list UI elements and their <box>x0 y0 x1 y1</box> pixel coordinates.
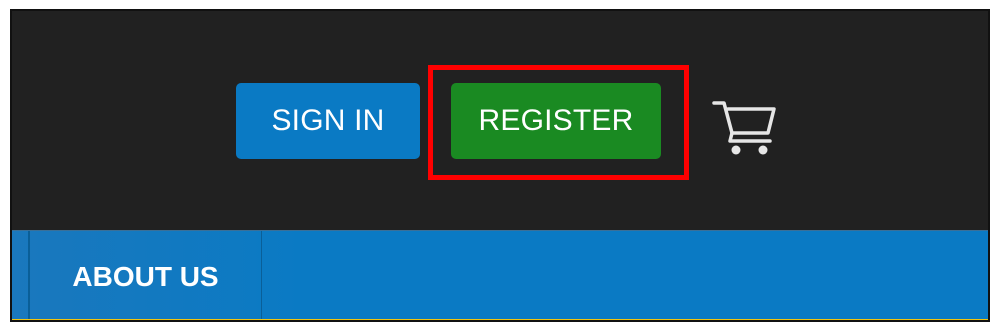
shopping-cart-icon[interactable] <box>712 97 776 159</box>
nav-accent-strip <box>12 319 988 320</box>
page-frame: SIGN IN REGISTER ABOUT US <box>10 9 990 322</box>
header-bar: SIGN IN REGISTER <box>12 11 988 230</box>
register-button[interactable]: REGISTER <box>451 83 661 159</box>
nav-item-about-us[interactable]: ABOUT US <box>30 231 262 320</box>
main-nav: ABOUT US <box>12 230 988 320</box>
sign-in-button[interactable]: SIGN IN <box>236 83 420 159</box>
cart-svg <box>712 101 776 155</box>
